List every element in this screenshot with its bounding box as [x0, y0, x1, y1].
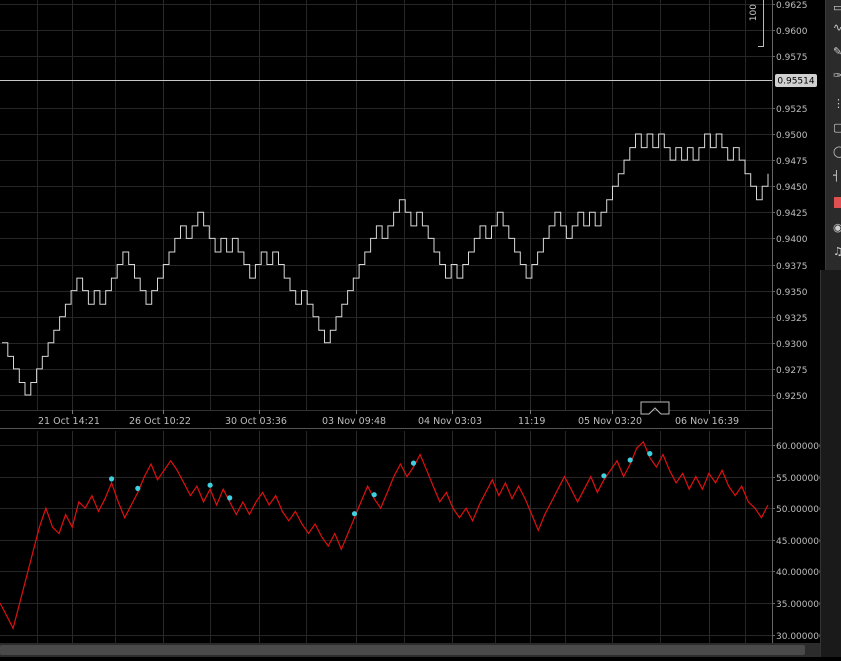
- y-tick-label: 0.9300: [776, 340, 808, 350]
- y-tick-label: 0.9375: [776, 262, 808, 272]
- y-tick-label: 40.000000: [776, 568, 825, 578]
- indicator-marker: [601, 473, 607, 479]
- dotted-line-icon[interactable]: ⋮: [833, 98, 841, 110]
- cursor-icon[interactable]: ▭: [833, 2, 841, 14]
- y-tick-label: 0.9500: [776, 131, 808, 141]
- indicator-marker: [410, 460, 417, 466]
- indicator-marker: [627, 457, 633, 463]
- y-tick-label: 35.000000: [776, 600, 825, 610]
- y-tick-label: 0.9250: [776, 392, 808, 402]
- indicator-marker: [371, 492, 377, 498]
- bell-icon[interactable]: ♫: [833, 246, 841, 258]
- x-tick-label: 06 Nov 16:39: [675, 416, 739, 427]
- chart-canvas[interactable]: 0.9625 0.9600 0.9575 0.9525 0.9500 0.9475 0.94…: [0, 0, 841, 657]
- indicator-marker: [135, 485, 141, 491]
- pen-icon[interactable]: ✑: [833, 70, 841, 82]
- y-tick-label: 55.000000: [776, 474, 825, 484]
- y-tick-label: 0.9600: [776, 27, 808, 37]
- x-tick-label: 04 Nov 03:03: [418, 416, 482, 427]
- scroll-thumb[interactable]: [0, 645, 805, 655]
- y-tick-label: 50.000000: [776, 505, 825, 515]
- x-tick-label: 11:19: [518, 416, 545, 427]
- y-tick-label: 0.9525: [776, 105, 808, 115]
- indicator-marker: [109, 476, 115, 482]
- y-tick-label: 0.9325: [776, 314, 808, 324]
- x-tick-label: 05 Nov 03:20: [578, 416, 642, 427]
- color-swatch[interactable]: [834, 197, 841, 208]
- x-tick-label: 26 Oct 10:22: [129, 416, 191, 427]
- circle-icon[interactable]: ◯: [833, 146, 841, 158]
- svg-text:100: 100: [749, 4, 759, 21]
- y-tick-label: 45.000000: [776, 537, 825, 547]
- x-tick-label: 03 Nov 09:48: [322, 416, 386, 427]
- horizontal-scrollbar[interactable]: [0, 643, 820, 657]
- vertical-scrollbar[interactable]: [820, 270, 841, 657]
- y-tick-label: 0.9625: [776, 1, 808, 11]
- y-tick-label: 0.9575: [776, 53, 808, 63]
- y-tick-label: 0.9450: [776, 183, 808, 193]
- indicator-marker: [351, 511, 358, 517]
- brush-icon[interactable]: ✎: [833, 46, 841, 58]
- curve-tool-icon[interactable]: ∿: [833, 22, 841, 34]
- indicator-marker: [227, 495, 233, 501]
- line-style-icon[interactable]: ┤: [833, 170, 841, 182]
- indicator-marker: [647, 451, 653, 457]
- svg-text:0.95514: 0.95514: [777, 77, 814, 87]
- y-tick-label: 30.000000: [776, 632, 825, 642]
- drawing-toolbar: ▭ ∿ ✎ ✑ ⋮ ▢ ◯ ┤ ◉ ♫: [825, 0, 841, 270]
- y-tick-label: 0.9350: [776, 288, 808, 298]
- camera-icon[interactable]: ◉: [833, 222, 841, 234]
- y-tick-label: 0.9275: [776, 366, 808, 376]
- y-tick-label: 60.000000: [776, 442, 825, 452]
- y-tick-label: 0.9425: [776, 209, 808, 219]
- x-tick-label: 30 Oct 03:36: [225, 416, 287, 427]
- y-tick-label: 0.9475: [776, 157, 808, 167]
- rectangle-icon[interactable]: ▢: [833, 122, 841, 134]
- trading-chart-window: 0.9625 0.9600 0.9575 0.9525 0.9500 0.9475 0.94…: [0, 0, 841, 657]
- x-tick-label: 21 Oct 14:21: [38, 416, 100, 427]
- current-price-label: 0.95514: [775, 74, 817, 87]
- y-tick-label: 0.9400: [776, 235, 808, 245]
- indicator-marker: [207, 482, 213, 488]
